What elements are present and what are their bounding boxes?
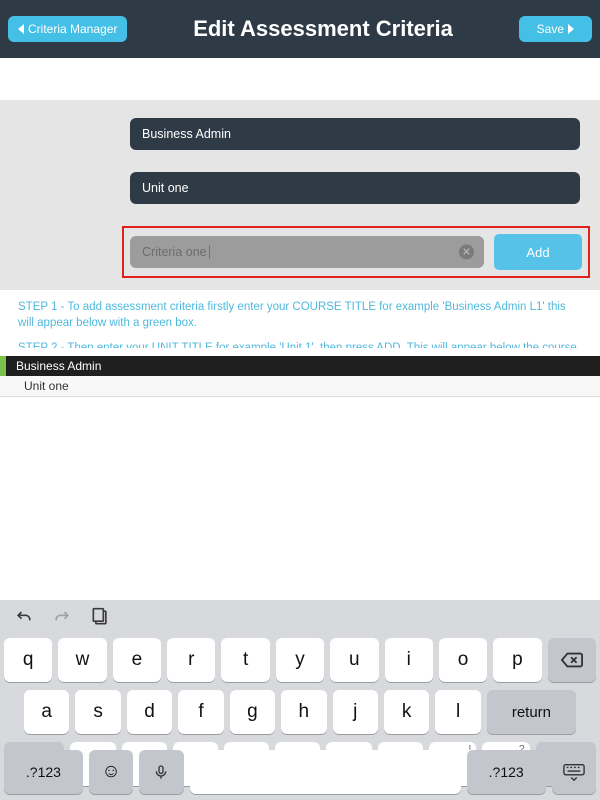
mic-key[interactable] bbox=[139, 750, 183, 794]
course-title-value: Business Admin bbox=[142, 127, 231, 141]
criteria-highlight: Criteria one ✕ Add bbox=[122, 226, 590, 278]
key-f[interactable]: f bbox=[178, 690, 223, 734]
key-o[interactable]: o bbox=[439, 638, 487, 682]
key-r[interactable]: r bbox=[167, 638, 215, 682]
keyboard-toolbar bbox=[0, 604, 600, 634]
hide-keyboard-key[interactable] bbox=[552, 750, 596, 794]
key-row-2: asdfghjkl return bbox=[0, 686, 600, 738]
key-p[interactable]: p bbox=[493, 638, 541, 682]
key-row-bottom: .?123 ☺ .?123 bbox=[0, 746, 600, 800]
add-label: Add bbox=[526, 245, 549, 260]
tree-course-row[interactable]: Business Admin bbox=[0, 356, 600, 376]
backspace-key[interactable] bbox=[548, 638, 596, 682]
step2-text: STEP 2 - Then enter your UNIT TITLE for … bbox=[18, 341, 582, 348]
add-button[interactable]: Add bbox=[494, 234, 582, 270]
instructions: STEP 1 - To add assessment criteria firs… bbox=[0, 290, 600, 348]
key-y[interactable]: y bbox=[276, 638, 324, 682]
key-a[interactable]: a bbox=[24, 690, 69, 734]
unit-title-value: Unit one bbox=[142, 181, 189, 195]
key-row-1: qwertyuiop bbox=[0, 634, 600, 686]
emoji-key[interactable]: ☺ bbox=[89, 750, 133, 794]
key-e[interactable]: e bbox=[113, 638, 161, 682]
return-key[interactable]: return bbox=[487, 690, 576, 734]
chevron-left-icon bbox=[18, 24, 24, 34]
key-g[interactable]: g bbox=[230, 690, 275, 734]
key-j[interactable]: j bbox=[333, 690, 378, 734]
course-title-input[interactable]: Business Admin bbox=[130, 118, 580, 150]
page-title: Edit Assessment Criteria bbox=[127, 16, 518, 42]
return-label: return bbox=[512, 704, 551, 721]
back-label: Criteria Manager bbox=[28, 22, 117, 36]
key-h[interactable]: h bbox=[281, 690, 326, 734]
save-button[interactable]: Save bbox=[519, 16, 592, 42]
key-u[interactable]: u bbox=[330, 638, 378, 682]
numeric-mode-key-right[interactable]: .?123 bbox=[467, 750, 546, 794]
text-caret bbox=[209, 245, 210, 259]
clipboard-icon[interactable] bbox=[90, 607, 110, 632]
unit-title-input[interactable]: Unit one bbox=[130, 172, 580, 204]
redo-icon[interactable] bbox=[52, 607, 72, 632]
criteria-value: Criteria one bbox=[142, 245, 207, 259]
back-button[interactable]: Criteria Manager bbox=[8, 16, 127, 42]
step1-text: STEP 1 - To add assessment criteria firs… bbox=[18, 300, 582, 331]
space-key[interactable] bbox=[190, 750, 461, 794]
spacer bbox=[0, 58, 600, 100]
chevron-right-icon bbox=[568, 24, 574, 34]
numeric-mode-key[interactable]: .?123 bbox=[4, 750, 83, 794]
key-s[interactable]: s bbox=[75, 690, 120, 734]
key-k[interactable]: k bbox=[384, 690, 429, 734]
key-l[interactable]: l bbox=[435, 690, 480, 734]
key-t[interactable]: t bbox=[221, 638, 269, 682]
criteria-input[interactable]: Criteria one ✕ bbox=[130, 236, 484, 268]
key-q[interactable]: q bbox=[4, 638, 52, 682]
on-screen-keyboard: qwertyuiop asdfghjkl return zxcvbnm !,?.… bbox=[0, 600, 600, 800]
tree-unit-label: Unit one bbox=[24, 379, 69, 393]
key-d[interactable]: d bbox=[127, 690, 172, 734]
key-i[interactable]: i bbox=[385, 638, 433, 682]
form-area: Business Admin Unit one Criteria one ✕ A… bbox=[0, 100, 600, 290]
numeric-mode-label-right: .?123 bbox=[489, 764, 524, 780]
tree-unit-row[interactable]: Unit one bbox=[0, 376, 600, 397]
header-bar: Criteria Manager Edit Assessment Criteri… bbox=[0, 0, 600, 58]
save-label: Save bbox=[537, 22, 564, 36]
clear-text-icon[interactable]: ✕ bbox=[459, 245, 474, 260]
numeric-mode-label: .?123 bbox=[26, 764, 61, 780]
undo-icon[interactable] bbox=[14, 607, 34, 632]
key-w[interactable]: w bbox=[58, 638, 106, 682]
tree-course-label: Business Admin bbox=[16, 359, 101, 373]
